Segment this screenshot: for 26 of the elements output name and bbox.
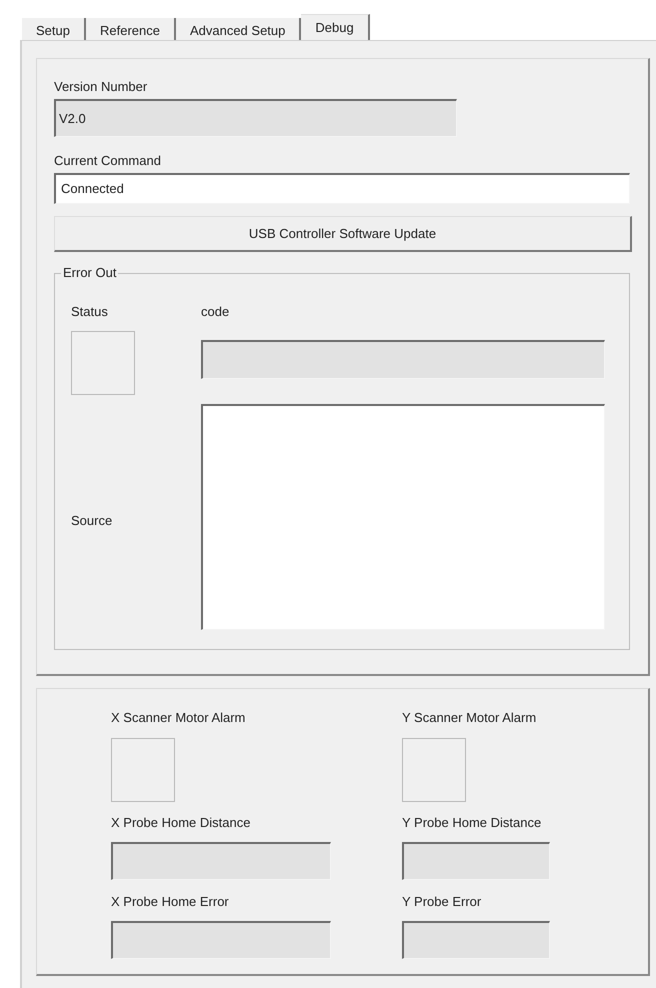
tab[interactable]: Debug [301, 14, 370, 40]
readonly-field[interactable] [402, 921, 550, 959]
field-label: Y Probe Error [402, 894, 482, 910]
field-label: Y Scanner Motor Alarm [402, 710, 538, 726]
readonly-field[interactable] [201, 340, 605, 379]
field-label: code [201, 304, 230, 320]
status-indicator [71, 331, 135, 395]
version-field[interactable]: V2.0 [54, 99, 457, 137]
readonly-field[interactable] [111, 921, 331, 959]
field-label: X Probe Home Error [111, 894, 230, 910]
tab[interactable]: Setup [22, 18, 86, 40]
field-label: Source [71, 513, 114, 529]
command-field[interactable]: Connected [54, 173, 630, 204]
tab[interactable]: Advanced Setup [176, 18, 302, 40]
readonly-field[interactable] [111, 842, 331, 880]
field-label: X Probe Home Distance [111, 815, 252, 831]
field-label: Version Number [54, 79, 148, 95]
field-label: X Scanner Motor Alarm [111, 710, 246, 726]
field-label: Y Probe Home Distance [402, 815, 542, 831]
readonly-field[interactable] [402, 842, 550, 880]
tab[interactable]: Reference [86, 18, 176, 40]
status-indicator [402, 738, 466, 802]
field-label: Current Command [54, 153, 162, 169]
update-button[interactable]: USB Controller Software Update [54, 216, 632, 252]
field-label: Status [71, 304, 109, 320]
status-indicator [111, 738, 175, 802]
